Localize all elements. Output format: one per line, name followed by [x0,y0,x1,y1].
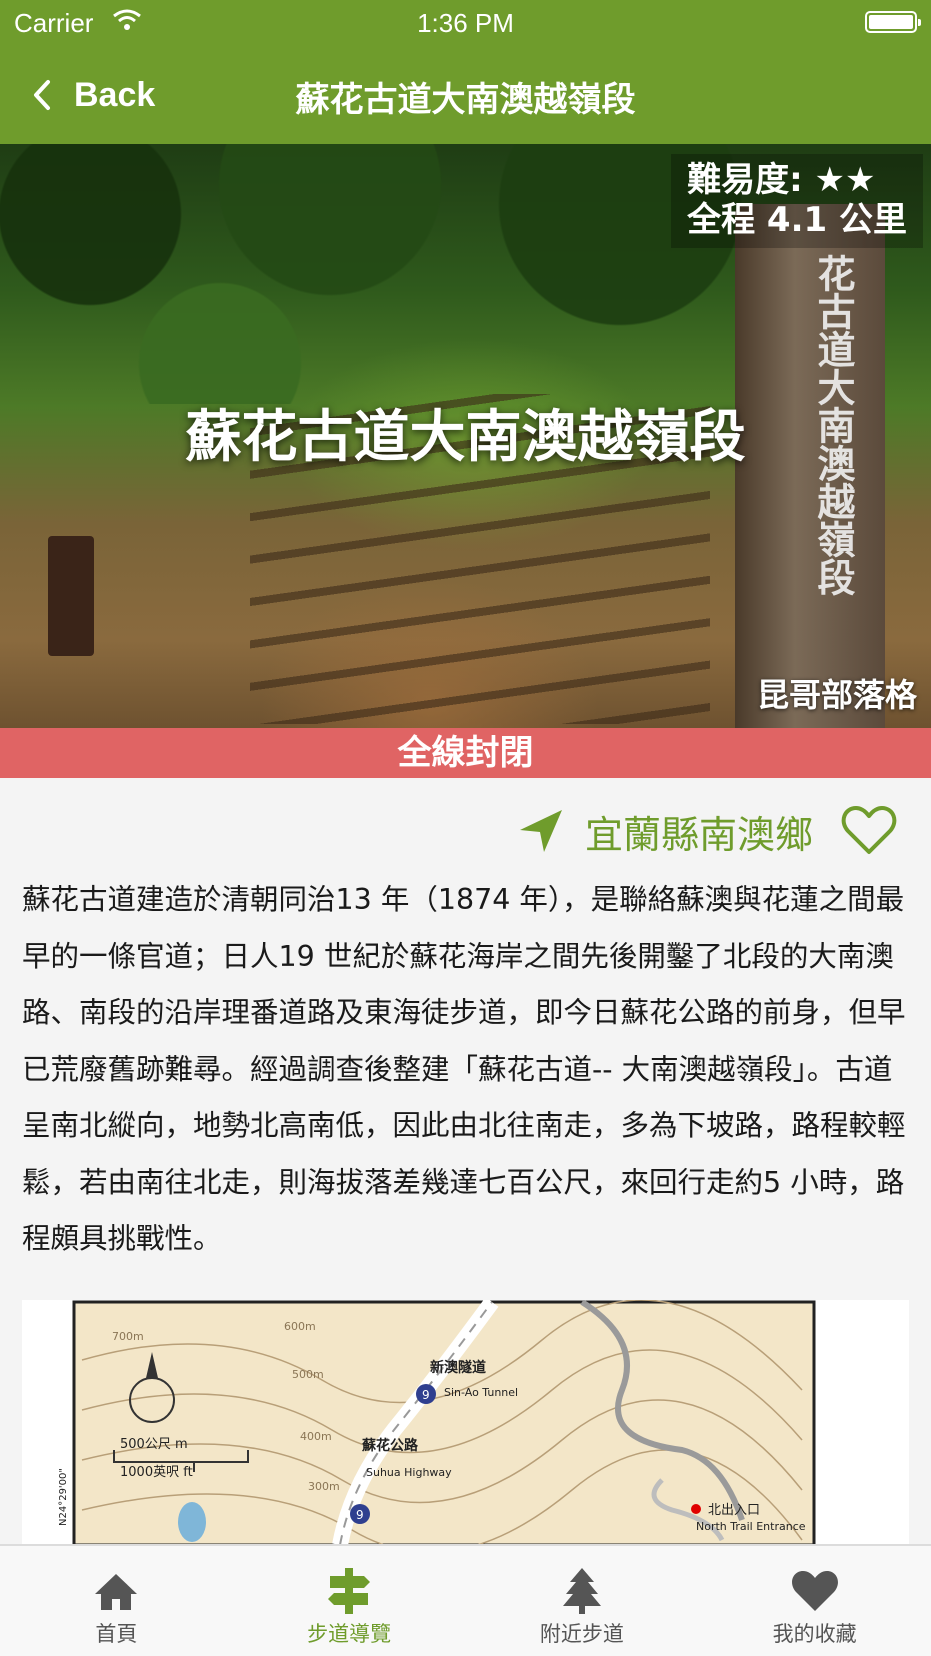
route-marker-upper: 9 [422,1388,430,1402]
scale-imperial-label: 1000英呎 ft [120,1465,193,1480]
location-arrow-icon [520,810,562,852]
scale-metric-label: 500公尺 m [120,1437,188,1452]
contour-label-500: 500m [292,1368,324,1381]
trail-sign-icon [328,1568,371,1614]
back-button[interactable]: Back [30,72,155,118]
tab-home[interactable]: 首頁 [0,1546,233,1656]
location-row: 宜蘭縣南澳鄉 [0,800,931,862]
tab-trail-guide-label: 步道導覽 [307,1622,392,1646]
tab-bar: 首頁 步道導覽 附近步道 我的收藏 [0,1544,931,1656]
tab-nearby-trails-label: 附近步道 [539,1622,624,1646]
tunnel-label-zh: 新澳隧道 [430,1359,486,1376]
contour-label-700: 700m [112,1330,144,1343]
location-text: 宜蘭縣南澳鄉 [584,813,813,857]
heart-icon [791,1571,838,1611]
back-label: Back [74,75,156,114]
entrance-label-en: North Trail Entrance [696,1520,806,1533]
battery-icon [865,11,921,33]
contour-label-600: 600m [284,1320,316,1333]
tab-nearby-trails[interactable]: 附近步道 [466,1546,699,1656]
latitude-label: N24°29'00" [58,1468,69,1526]
chevron-left-icon [34,80,50,110]
trail-info-box: 難易度: ★★ 全程 4.1 公里 [671,154,923,248]
contour-label-400: 400m [300,1430,332,1443]
road-label-en: Suhua Highway [366,1466,452,1479]
topographic-map: 500公尺 m 1000英呎 ft 700m 600m 500m 400m 30… [58,1300,816,1545]
tab-trail-guide[interactable]: 步道導覽 [233,1546,466,1656]
tab-favorites[interactable]: 我的收藏 [698,1546,931,1656]
route-marker-lower: 9 [356,1508,364,1522]
photo-credit: 昆哥部落格 [756,676,917,714]
tab-home-label: 首頁 [95,1622,138,1646]
trail-photo: 花古道大南澳越嶺段 蘇花古道大南澳越嶺段 難易度: ★★ 全程 4.1 公里 昆… [0,144,931,728]
contour-label-300: 300m [308,1480,340,1493]
entrance-label-zh: 北出入口 [708,1503,760,1518]
page-title: 蘇花古道大南澳越嶺段 [295,80,636,120]
navigation-bar: Back 蘇花古道大南澳越嶺段 [0,46,931,144]
clock: 1:36 PM [417,8,514,38]
hero-title: 蘇花古道大南澳越嶺段 [185,405,746,470]
tree-icon [562,1568,601,1614]
trail-status-banner: 全線封閉 [0,728,931,778]
road-label-zh: 蘇花公路 [361,1437,419,1454]
heart-outline-icon[interactable] [841,804,897,856]
tab-favorites-label: 我的收藏 [772,1622,857,1646]
trail-map: 500公尺 m 1000英呎 ft 700m 600m 500m 400m 30… [22,1300,909,1545]
home-icon [95,1574,138,1610]
status-bar: Carrier 1:36 PM [0,0,931,46]
trail-description: 蘇花古道建造於清朝同治13 年（1874 年），是聯絡蘇澳與花蓮之間最早的一條官… [22,883,906,1255]
difficulty-rating: 難易度: ★★ [687,160,876,200]
trail-distance: 全程 4.1 公里 [687,200,907,240]
trail-marker-post [48,536,94,656]
tunnel-label-en: Sin-Ao Tunnel [444,1386,518,1399]
